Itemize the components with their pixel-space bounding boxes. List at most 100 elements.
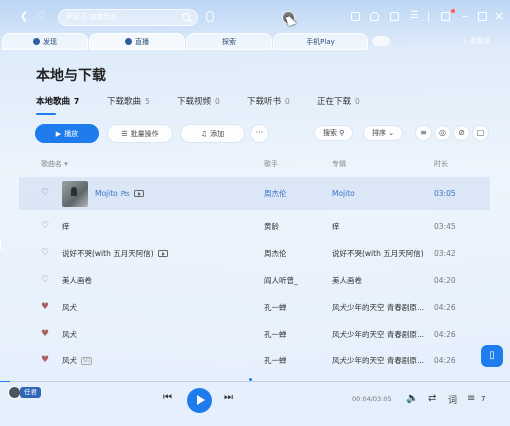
- mail-icon[interactable]: [390, 12, 399, 21]
- subtab-downloaded-books[interactable]: 下载听书 0: [247, 95, 290, 107]
- tab-discover[interactable]: 发现: [2, 33, 88, 50]
- player-bar: 任君 ⏮ ⏭ 00:04/03:05 🔈 ⇄ 词 ≡ 7: [0, 382, 510, 426]
- skin-icon[interactable]: [370, 12, 379, 21]
- add-tab-button[interactable]: +: [372, 36, 390, 46]
- live-icon: [125, 38, 132, 45]
- col-artist-header[interactable]: 歌手: [264, 159, 278, 169]
- lyrics-icon[interactable]: 词: [448, 393, 457, 406]
- table-header: 歌曲名 ▾ 歌手 专辑 时长: [19, 159, 490, 171]
- subtab-active-indicator: [36, 113, 56, 115]
- album-cell[interactable]: Mojito: [332, 177, 355, 210]
- liked-heart-icon[interactable]: ♥: [41, 330, 50, 339]
- playback-time: 00:04/03:05: [352, 395, 392, 403]
- play-icon: ▶: [55, 130, 62, 138]
- subtab-label: 下载歌曲: [107, 97, 142, 107]
- song-title-cell: 风犬 SQ: [62, 344, 93, 377]
- close-icon[interactable]: ×: [494, 8, 504, 24]
- liked-heart-icon[interactable]: ♥: [41, 356, 50, 365]
- more-button[interactable]: ···: [250, 124, 269, 143]
- match-icon[interactable]: ◎: [434, 125, 451, 141]
- menu-icon[interactable]: ☰: [410, 8, 419, 24]
- tab-live[interactable]: 直播: [89, 33, 185, 50]
- col-title-header[interactable]: 歌曲名 ▾: [41, 159, 68, 169]
- mic-icon[interactable]: [206, 11, 214, 22]
- like-icon[interactable]: ♡: [41, 249, 50, 258]
- duration-cell: 04:26: [434, 356, 456, 365]
- like-icon[interactable]: ♡: [41, 276, 50, 285]
- forward-icon[interactable]: ♡: [34, 10, 48, 24]
- subtab-count: 0: [285, 97, 290, 106]
- next-icon[interactable]: ⏭: [224, 392, 233, 403]
- minimode-icon[interactable]: [441, 12, 450, 21]
- subtab-count: 5: [145, 97, 150, 106]
- col-duration-header[interactable]: 时长: [434, 159, 448, 169]
- sidebar-edge: [0, 240, 4, 250]
- add-label: 添加: [210, 130, 225, 138]
- search-icon[interactable]: [182, 13, 190, 21]
- subtab-downloaded-videos[interactable]: 下载视频 0: [177, 95, 220, 107]
- progress-handle[interactable]: [249, 378, 252, 381]
- subtab-label: 下载视频: [177, 97, 212, 107]
- titlebar-divider: [428, 11, 429, 22]
- search-input[interactable]: 萨丽莎 如愿印水: [58, 9, 198, 26]
- tab-phone-play[interactable]: 手机Play: [273, 33, 368, 50]
- add-button[interactable]: ♫ 添加: [180, 124, 245, 143]
- desktop-lyric-button[interactable]: ♭ 桌面词: [464, 36, 491, 46]
- tab-label: 发现: [43, 38, 57, 46]
- search-icon: ⚲: [339, 129, 345, 137]
- song-title: Mojito: [95, 189, 118, 198]
- subtab-downloading[interactable]: 正在下载 0: [317, 95, 360, 107]
- maximize-icon[interactable]: [478, 12, 487, 21]
- title-bar: ❮ ♡ 萨丽莎 如愿印水 ☰ – ×: [0, 0, 510, 34]
- desktop-lyric-label: 桌面词: [469, 37, 491, 45]
- folder-icon[interactable]: □: [472, 125, 489, 141]
- mv-icon[interactable]: [157, 250, 168, 257]
- like-icon[interactable]: ♡: [41, 222, 50, 231]
- table-row[interactable]: ♥ 风犬 SQ 孔一蝉 风犬少年的天空 青春剧原... 04:26: [19, 344, 490, 377]
- back-icon[interactable]: ❮: [17, 10, 31, 24]
- clear-icon[interactable]: ⊘: [453, 125, 470, 141]
- subtab-downloaded-songs[interactable]: 下载歌曲 5: [107, 95, 150, 107]
- like-icon[interactable]: ♡: [41, 189, 50, 198]
- previous-icon[interactable]: ⏮: [163, 392, 172, 403]
- batch-operation-button[interactable]: ☰ 批量操作: [107, 124, 173, 143]
- minimize-icon[interactable]: –: [462, 8, 468, 24]
- volume-icon[interactable]: 🔈: [406, 393, 418, 404]
- sort-button[interactable]: 排序 ⌄: [363, 125, 404, 141]
- chevron-down-icon: ⌄: [388, 129, 395, 137]
- liked-heart-icon[interactable]: ♥: [41, 303, 50, 312]
- batch-icon: ☰: [121, 130, 128, 138]
- play-pause-button[interactable]: [187, 388, 212, 413]
- table-row[interactable]: ♡ Mojito ₧ 周杰伦 Mojito 03:05: [19, 177, 490, 210]
- subtab-label: 下载听书: [247, 97, 282, 107]
- message-icon[interactable]: [351, 12, 360, 21]
- playlist-icon[interactable]: ≡: [467, 393, 475, 404]
- mv-icon[interactable]: [133, 190, 144, 197]
- col-title-label: 歌曲名: [41, 160, 62, 168]
- app-window: ❮ ♡ 萨丽莎 如愿印水 ☰ – × 发现 直播 探索 手机Play + ♭ 桌…: [0, 0, 510, 426]
- artist-cell[interactable]: 孔一蝉: [264, 344, 287, 377]
- tab-label: 直播: [135, 38, 149, 46]
- play-all-label: 播放: [64, 130, 79, 138]
- add-folder-icon: ♫: [200, 130, 208, 138]
- phone-icon[interactable]: ▯: [481, 345, 503, 367]
- sq-badge-icon: SQ: [81, 357, 93, 365]
- play-all-button[interactable]: ▶ 播放: [35, 124, 99, 143]
- tab-explore[interactable]: 探索: [186, 33, 272, 50]
- search-songs-button[interactable]: 搜索 ⚲: [314, 125, 354, 141]
- subtab-label: 本地歌曲: [36, 97, 71, 107]
- tab-label: 手机Play: [306, 38, 335, 46]
- subtab-local-songs[interactable]: 本地歌曲 7: [36, 95, 79, 107]
- album-cell[interactable]: 风犬少年的天空 青春剧原...: [332, 344, 424, 377]
- list-view-icon[interactable]: ≡: [415, 125, 432, 141]
- album-cover[interactable]: [62, 181, 88, 207]
- loop-mode-icon[interactable]: ⇄: [428, 393, 436, 404]
- batch-operation-label: 批量操作: [130, 130, 159, 138]
- discover-icon: [33, 38, 40, 45]
- col-album-header[interactable]: 专辑: [332, 159, 346, 169]
- user-name[interactable]: 任君: [20, 387, 41, 398]
- toolbar: ▶ 播放 ☰ 批量操作 ♫ 添加 ··· 搜索 ⚲ 排序 ⌄ ≡ ◎ ⊘ □: [35, 124, 490, 144]
- subtab-count: 0: [355, 97, 360, 106]
- artist-cell[interactable]: 周杰伦: [264, 177, 287, 210]
- subtab-count: 7: [74, 97, 80, 106]
